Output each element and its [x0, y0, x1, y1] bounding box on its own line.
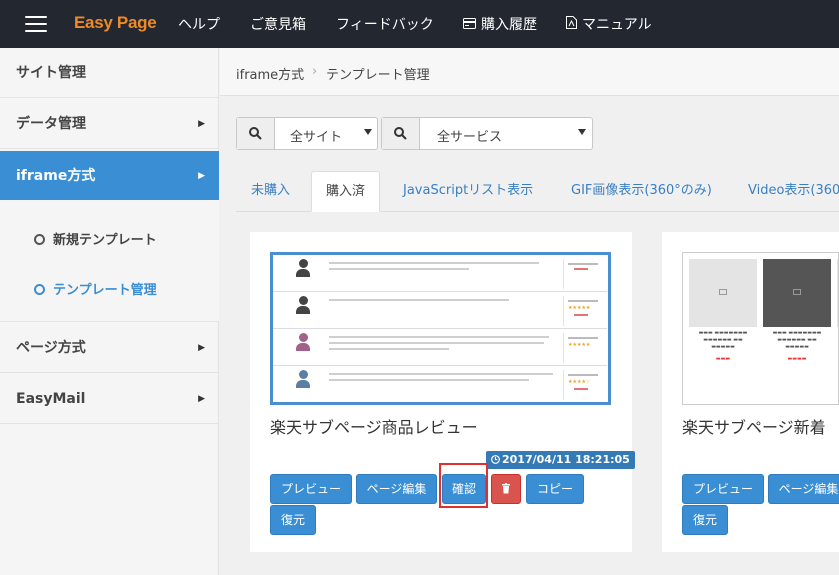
nav-purchase-history[interactable]: 購入履歴 [463, 14, 537, 34]
preview-button[interactable]: プレビュー [682, 474, 764, 504]
edit-page-button[interactable]: ページ編集 [768, 474, 839, 504]
breadcrumb: iframe方式 › テンプレート管理 [220, 48, 839, 96]
chevron-down-icon [364, 129, 372, 135]
sidebar-item-iframe[interactable]: iframe方式 ▶ [0, 151, 219, 201]
hamburger-menu-icon[interactable] [25, 16, 47, 32]
review-preview-row [273, 255, 607, 292]
breadcrumb-parent[interactable]: iframe方式 [236, 64, 304, 83]
breadcrumb-current: テンプレート管理 [326, 68, 430, 83]
tab-javascript-list[interactable]: JavaScriptリスト表示 [389, 171, 547, 212]
delete-button[interactable] [491, 474, 521, 504]
restore-button[interactable]: 復元 [682, 505, 728, 535]
template-title: 楽天サブページ新着 [682, 418, 826, 437]
edit-page-button[interactable]: ページ編集 [356, 474, 437, 504]
review-preview-row: ★★★★★ [273, 329, 607, 366]
clock-icon [491, 455, 500, 464]
avatar [281, 333, 325, 351]
tab-gif-360[interactable]: GIF画像表示(360°のみ) [557, 171, 726, 212]
date-badge: 2017/04/11 18:21:05 [486, 451, 635, 469]
search-icon [394, 127, 407, 140]
template-thumbnail[interactable]: ★★★★★ ★★★★★ ★★★★☆ [270, 252, 611, 405]
product-preview: ▬▬▬ ▬▬▬▬▬▬▬ ▬▬▬▬▬▬ ▬▬ ▬▬▬▬▬ ▬▬▬ [689, 259, 757, 371]
avatar [281, 370, 325, 388]
nav-feedback[interactable]: フィードバック [336, 14, 434, 34]
confirm-highlight-box [439, 463, 488, 508]
avatar [281, 259, 325, 277]
circle-bullet-icon [34, 234, 45, 245]
trash-icon [502, 483, 510, 494]
copy-button[interactable]: コピー [526, 474, 584, 504]
sidebar-item-site-management[interactable]: サイト管理 [0, 48, 219, 98]
chevron-down-icon [578, 129, 586, 135]
review-preview-row: ★★★★★ [273, 292, 607, 329]
submenu-template-management[interactable]: テンプレート管理 [34, 279, 157, 298]
service-filter: 全サービス [381, 117, 593, 150]
service-search-button[interactable] [382, 118, 420, 149]
tab-video-360[interactable]: Video表示(360 [734, 171, 839, 212]
breadcrumb-separator: › [312, 64, 318, 79]
chevron-right-icon: ▶ [198, 119, 205, 129]
site-search-button[interactable] [237, 118, 275, 149]
sidebar-item-page-method[interactable]: ページ方式 ▶ [0, 323, 219, 373]
brand-logo[interactable]: Easy Page [74, 13, 157, 33]
sidebar-item-easymail[interactable]: EasyMail ▶ [0, 374, 219, 424]
circle-bullet-icon [34, 284, 45, 295]
nav-manual[interactable]: マニュアル [566, 14, 652, 34]
chevron-right-icon: ▶ [198, 394, 205, 404]
restore-button[interactable]: 復元 [270, 505, 316, 535]
review-preview-row: ★★★★☆ [273, 366, 607, 402]
chevron-right-icon: ▶ [198, 343, 205, 353]
product-preview: ▬▬▬ ▬▬▬▬▬▬▬ ▬▬▬▬▬▬ ▬▬ ▬▬▬▬▬ ▬▬▬▬ [763, 259, 831, 371]
top-navbar: Easy Page ヘルプ ご意見箱 フィードバック 購入履歴 マニュアル [0, 0, 839, 48]
sidebar-item-data-management[interactable]: データ管理 ▶ [0, 99, 219, 149]
site-select[interactable]: 全サイト [290, 126, 342, 145]
avatar [281, 296, 325, 314]
search-icon [249, 127, 262, 140]
service-select[interactable]: 全サービス [437, 126, 502, 145]
nav-opinion-box[interactable]: ご意見箱 [250, 14, 306, 34]
tab-purchased[interactable]: 購入済 [311, 171, 381, 212]
preview-button[interactable]: プレビュー [270, 474, 352, 504]
template-title: 楽天サブページ商品レビュー [270, 418, 478, 437]
tab-unpurchased[interactable]: 未購入 [237, 171, 304, 212]
chevron-right-icon: ▶ [198, 171, 205, 181]
pdf-file-icon [566, 16, 577, 29]
credit-card-icon [463, 18, 476, 29]
submenu-new-template[interactable]: 新規テンプレート [34, 229, 157, 248]
iframe-submenu: 新規テンプレート テンプレート管理 [0, 200, 219, 322]
template-thumbnail[interactable]: ▬▬▬ ▬▬▬▬▬▬▬ ▬▬▬▬▬▬ ▬▬ ▬▬▬▬▬ ▬▬▬ ▬▬▬ ▬▬▬▬▬▬… [682, 252, 839, 405]
sidebar: サイト管理 データ管理 ▶ iframe方式 ▶ 新規テンプレート テンプレート管理… [0, 48, 219, 575]
site-filter: 全サイト [236, 117, 378, 150]
nav-help[interactable]: ヘルプ [178, 14, 220, 34]
